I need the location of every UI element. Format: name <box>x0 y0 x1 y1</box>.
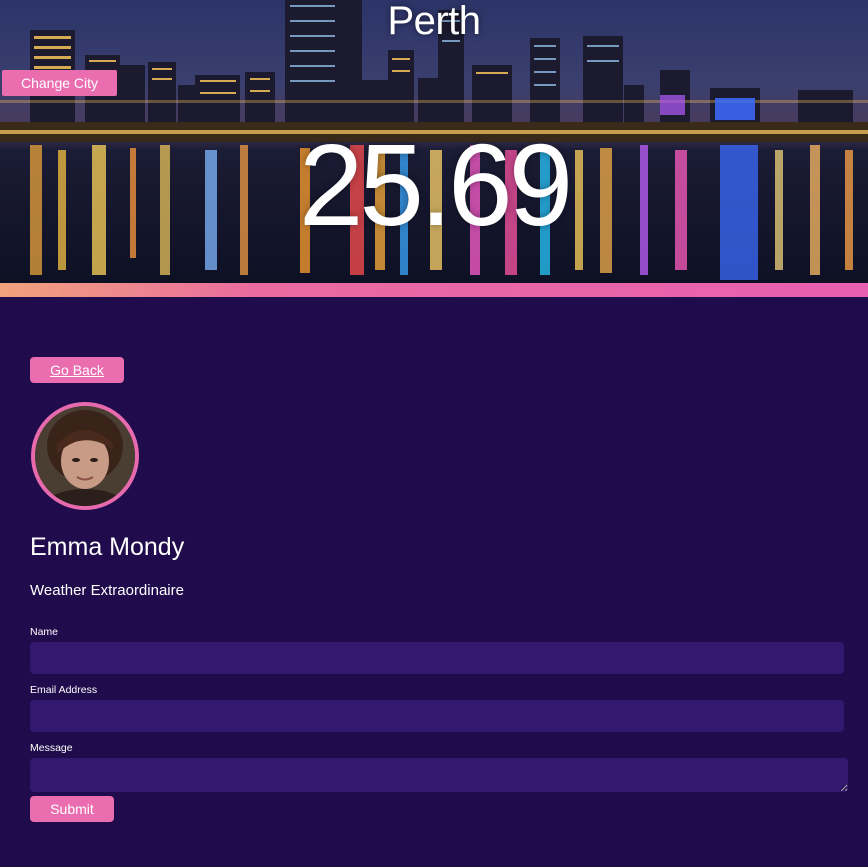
profile-name: Emma Mondy <box>30 533 185 561</box>
hero-banner: Perth 25.69 Change City <box>0 0 868 283</box>
message-field-label: Message <box>30 742 73 754</box>
city-name: Perth <box>387 0 481 43</box>
avatar-photo-icon <box>35 406 135 506</box>
name-field-label: Name <box>30 626 59 638</box>
accent-divider <box>0 283 868 297</box>
go-back-button[interactable]: Go Back <box>30 357 124 383</box>
message-field[interactable] <box>30 758 848 792</box>
name-field[interactable] <box>30 642 844 674</box>
profile-role: Weather Extraordinaire <box>30 582 184 599</box>
submit-button[interactable]: Submit <box>30 796 114 822</box>
temperature-display: 25.69 <box>298 120 573 250</box>
email-field[interactable] <box>30 700 844 732</box>
change-city-button[interactable]: Change City <box>2 70 117 96</box>
email-field-label: Email Address <box>30 684 98 696</box>
avatar <box>31 402 139 510</box>
